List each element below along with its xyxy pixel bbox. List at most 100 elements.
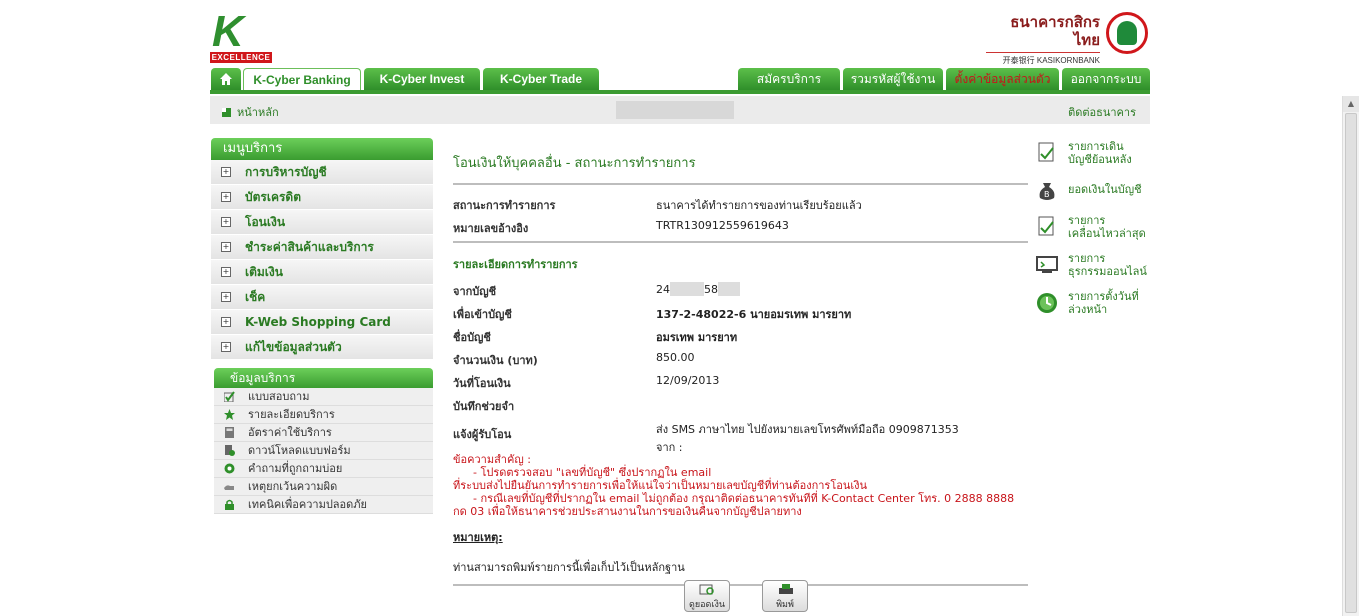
logo-subtitle: EXCELLENCE xyxy=(210,52,272,63)
to-account-row: เพื่อเข้าบัญชี 137-2-48022-6 นายอมรเทพ มา… xyxy=(453,300,1028,323)
quick-links: รายการเดิน บัญชีย้อนหลัง B ยอดเงินในบัญชี… xyxy=(1036,140,1156,328)
sub-navbar: หน้าหลัก ติดต่อธนาคาร xyxy=(210,96,1150,124)
info-item-service-details[interactable]: รายละเอียดบริการ xyxy=(214,406,433,424)
bank-name: ธนาคารกสิกรไทย 开泰银行 KASIKORNBANK xyxy=(986,14,1100,66)
masked-digits xyxy=(718,282,740,296)
notify-text: ส่ง SMS ภาษาไทย ไปยังหมายเลขโทรศัพท์มือถ… xyxy=(656,423,959,436)
reference-value: TRTR130912559619643 xyxy=(656,219,789,232)
tab-combine-user[interactable]: รวมรหัสผู้ใช้งาน xyxy=(843,68,943,90)
quick-link-label: รายการเดิน xyxy=(1068,140,1124,153)
from-account-row: จากบัญชี 24 58 xyxy=(453,277,1028,300)
account-name-label: ชื่อบัญชี xyxy=(453,331,491,344)
menu-item-label: โอนเงิน xyxy=(245,215,286,229)
home-link-label: หน้าหลัก xyxy=(237,106,279,119)
tab-home[interactable] xyxy=(211,68,241,90)
print-label: พิมพ์ xyxy=(776,600,794,610)
expand-icon: + xyxy=(221,242,231,252)
warning-line: ที่ระบบส่งไปยืนยันการทำรายการเพื่อให้แน่… xyxy=(453,479,868,492)
quick-link-online-transactions[interactable]: รายการ ธุรกรรมออนไลน์ xyxy=(1036,252,1156,290)
expand-icon: + xyxy=(221,192,231,202)
info-item-disclaimer[interactable]: เหตุยกเว้นความผิด xyxy=(214,478,433,496)
tab-k-cyber-trade[interactable]: K-Cyber Trade xyxy=(483,68,599,90)
service-info: ข้อมูลบริการ แบบสอบถาม รายละเอียดบริการ … xyxy=(214,368,433,514)
info-item-fees[interactable]: อัตราค่าใช้บริการ xyxy=(214,424,433,442)
reference-row: หมายเลขอ้างอิง TRTR130912559619643 xyxy=(453,214,1028,237)
menu-item-web-shopping-card[interactable]: + K-Web Shopping Card xyxy=(211,310,433,335)
home-square-icon xyxy=(222,108,231,117)
contact-bank-link[interactable]: ติดต่อธนาคาร xyxy=(1068,103,1136,121)
amount-row: จำนวนเงิน (บาท) 850.00 xyxy=(453,346,1028,369)
menu-item-label: บัตรเครดิต xyxy=(245,190,302,204)
user-name-masked xyxy=(616,101,734,119)
quick-link-label: ธุรกรรมออนไลน์ xyxy=(1068,265,1147,278)
quick-link-statement-history[interactable]: รายการเดิน บัญชีย้อนหลัง xyxy=(1036,140,1156,178)
quick-link-label: ยอดเงินในบัญชี xyxy=(1068,183,1142,196)
print-button[interactable]: พิมพ์ xyxy=(762,580,808,612)
note-title: หมายเหตุ: xyxy=(453,531,503,544)
tab-personal-settings[interactable]: ตั้งค่าข้อมูลส่วนตัว xyxy=(946,68,1059,90)
info-item-label: รายละเอียดบริการ xyxy=(248,408,335,421)
menu-item-label: การบริหารบัญชี xyxy=(245,165,327,179)
date-value: 12/09/2013 xyxy=(656,374,720,387)
tab-logout[interactable]: ออกจากระบบ xyxy=(1062,68,1150,90)
faq-icon xyxy=(224,463,235,474)
memo-label: บันทึกช่วยจำ xyxy=(453,400,515,413)
status-value: ธนาคารได้ทำรายการของท่านเรียบร้อยแล้ว xyxy=(656,199,862,212)
info-item-download-forms[interactable]: ดาวน์โหลดแบบฟอร์ม xyxy=(214,442,433,460)
bank-name-en: 开泰银行 KASIKORNBANK xyxy=(986,52,1100,66)
info-item-faq[interactable]: คำถามที่ถูกถามบ่อย xyxy=(214,460,433,478)
from-account-label: จากบัญชี xyxy=(453,285,497,298)
quick-link-account-balance[interactable]: B ยอดเงินในบัญชี xyxy=(1036,178,1156,214)
quick-link-scheduled-transactions[interactable]: รายการตั้งวันที่ ล่วงหน้า xyxy=(1036,290,1156,328)
menu-item-label: แก้ไขข้อมูลส่วนตัว xyxy=(245,340,342,354)
amount-value: 850.00 xyxy=(656,351,695,364)
to-account-value: 137-2-48022-6 นายอมรเทพ มารยาท xyxy=(656,308,852,321)
service-menu: เมนูบริการ + การบริหารบัญชี + บัตรเครดิต +… xyxy=(211,138,433,360)
printer-icon xyxy=(779,584,793,594)
notify-row: แจ้งผู้รับโอน ส่ง SMS ภาษาไทย ไปยังหมายเ… xyxy=(453,415,1028,454)
tab-register[interactable]: สมัครบริการ xyxy=(738,68,840,90)
account-name-value: อมรเทพ มารยาท xyxy=(656,331,738,344)
date-label: วันที่โอนเงิน xyxy=(453,377,511,390)
info-item-label: อัตราค่าใช้บริการ xyxy=(248,426,332,439)
info-item-security-tips[interactable]: เทคนิคเพื่อความปลอดภัย xyxy=(214,496,433,514)
quick-link-label: รายการ xyxy=(1068,214,1106,227)
account-name-row: ชื่อบัญชี อมรเทพ มารยาท xyxy=(453,323,1028,346)
notify-value: ส่ง SMS ภาษาไทย ไปยังหมายเลขโทรศัพท์มือถ… xyxy=(656,420,959,456)
menu-item-label: K-Web Shopping Card xyxy=(245,315,391,329)
status-row: สถานะการทำรายการ ธนาคารได้ทำรายการของท่าน… xyxy=(453,191,1028,214)
scrollbar-thumb[interactable] xyxy=(1345,113,1357,613)
menu-item-account-management[interactable]: + การบริหารบัญชี xyxy=(211,160,433,185)
menu-item-top-up[interactable]: + เติมเงิน xyxy=(211,260,433,285)
menu-item-label: ชำระค่าสินค้าและบริการ xyxy=(245,240,374,254)
calculator-icon xyxy=(225,427,234,438)
view-balance-button[interactable]: ดูยอดเงิน xyxy=(684,580,730,612)
logo-letter: K xyxy=(212,7,244,56)
menu-item-edit-profile[interactable]: + แก้ไขข้อมูลส่วนตัว xyxy=(211,335,433,360)
menu-item-transfer[interactable]: + โอนเงิน xyxy=(211,210,433,235)
warning-line: กด 03 เพื่อให้ธนาคารช่วยประสานงานในการขอ… xyxy=(453,505,802,518)
menu-item-label: เช็ค xyxy=(245,290,266,304)
memo-row: บันทึกช่วยจำ xyxy=(453,392,1028,415)
menu-item-bill-payment[interactable]: + ชำระค่าสินค้าและบริการ xyxy=(211,235,433,260)
kasikorn-logo-icon xyxy=(1106,12,1148,54)
warning-line: - โปรดตรวจสอบ "เลขที่บัญชี" ซึ่งปรากฏใน … xyxy=(473,466,712,479)
status-label: สถานะการทำรายการ xyxy=(453,199,556,212)
info-item-survey[interactable]: แบบสอบถาม xyxy=(214,388,433,406)
masked-digits xyxy=(670,282,704,296)
note-text: ท่านสามารถพิมพ์รายการนี้เพื่อเก็บไว้เป็น… xyxy=(453,561,685,574)
tab-k-cyber-invest[interactable]: K-Cyber Invest xyxy=(364,68,480,90)
tab-k-cyber-banking[interactable]: K-Cyber Banking xyxy=(243,68,361,90)
quick-link-recent-movements[interactable]: รายการ เคลื่อนไหวล่าสุด xyxy=(1036,214,1156,252)
expand-icon: + xyxy=(221,317,231,327)
menu-item-cheque[interactable]: + เช็ค xyxy=(211,285,433,310)
vertical-scrollbar[interactable]: ▲ xyxy=(1342,96,1359,616)
download-icon xyxy=(225,445,235,456)
home-link[interactable]: หน้าหลัก xyxy=(222,103,279,121)
menu-item-label: เติมเงิน xyxy=(245,265,283,279)
scroll-up-icon[interactable]: ▲ xyxy=(1343,96,1359,112)
to-account-label: เพื่อเข้าบัญชี xyxy=(453,308,512,321)
svg-text:B: B xyxy=(1044,190,1050,199)
menu-item-credit-card[interactable]: + บัตรเครดิต xyxy=(211,185,433,210)
info-item-label: เทคนิคเพื่อความปลอดภัย xyxy=(248,498,367,511)
